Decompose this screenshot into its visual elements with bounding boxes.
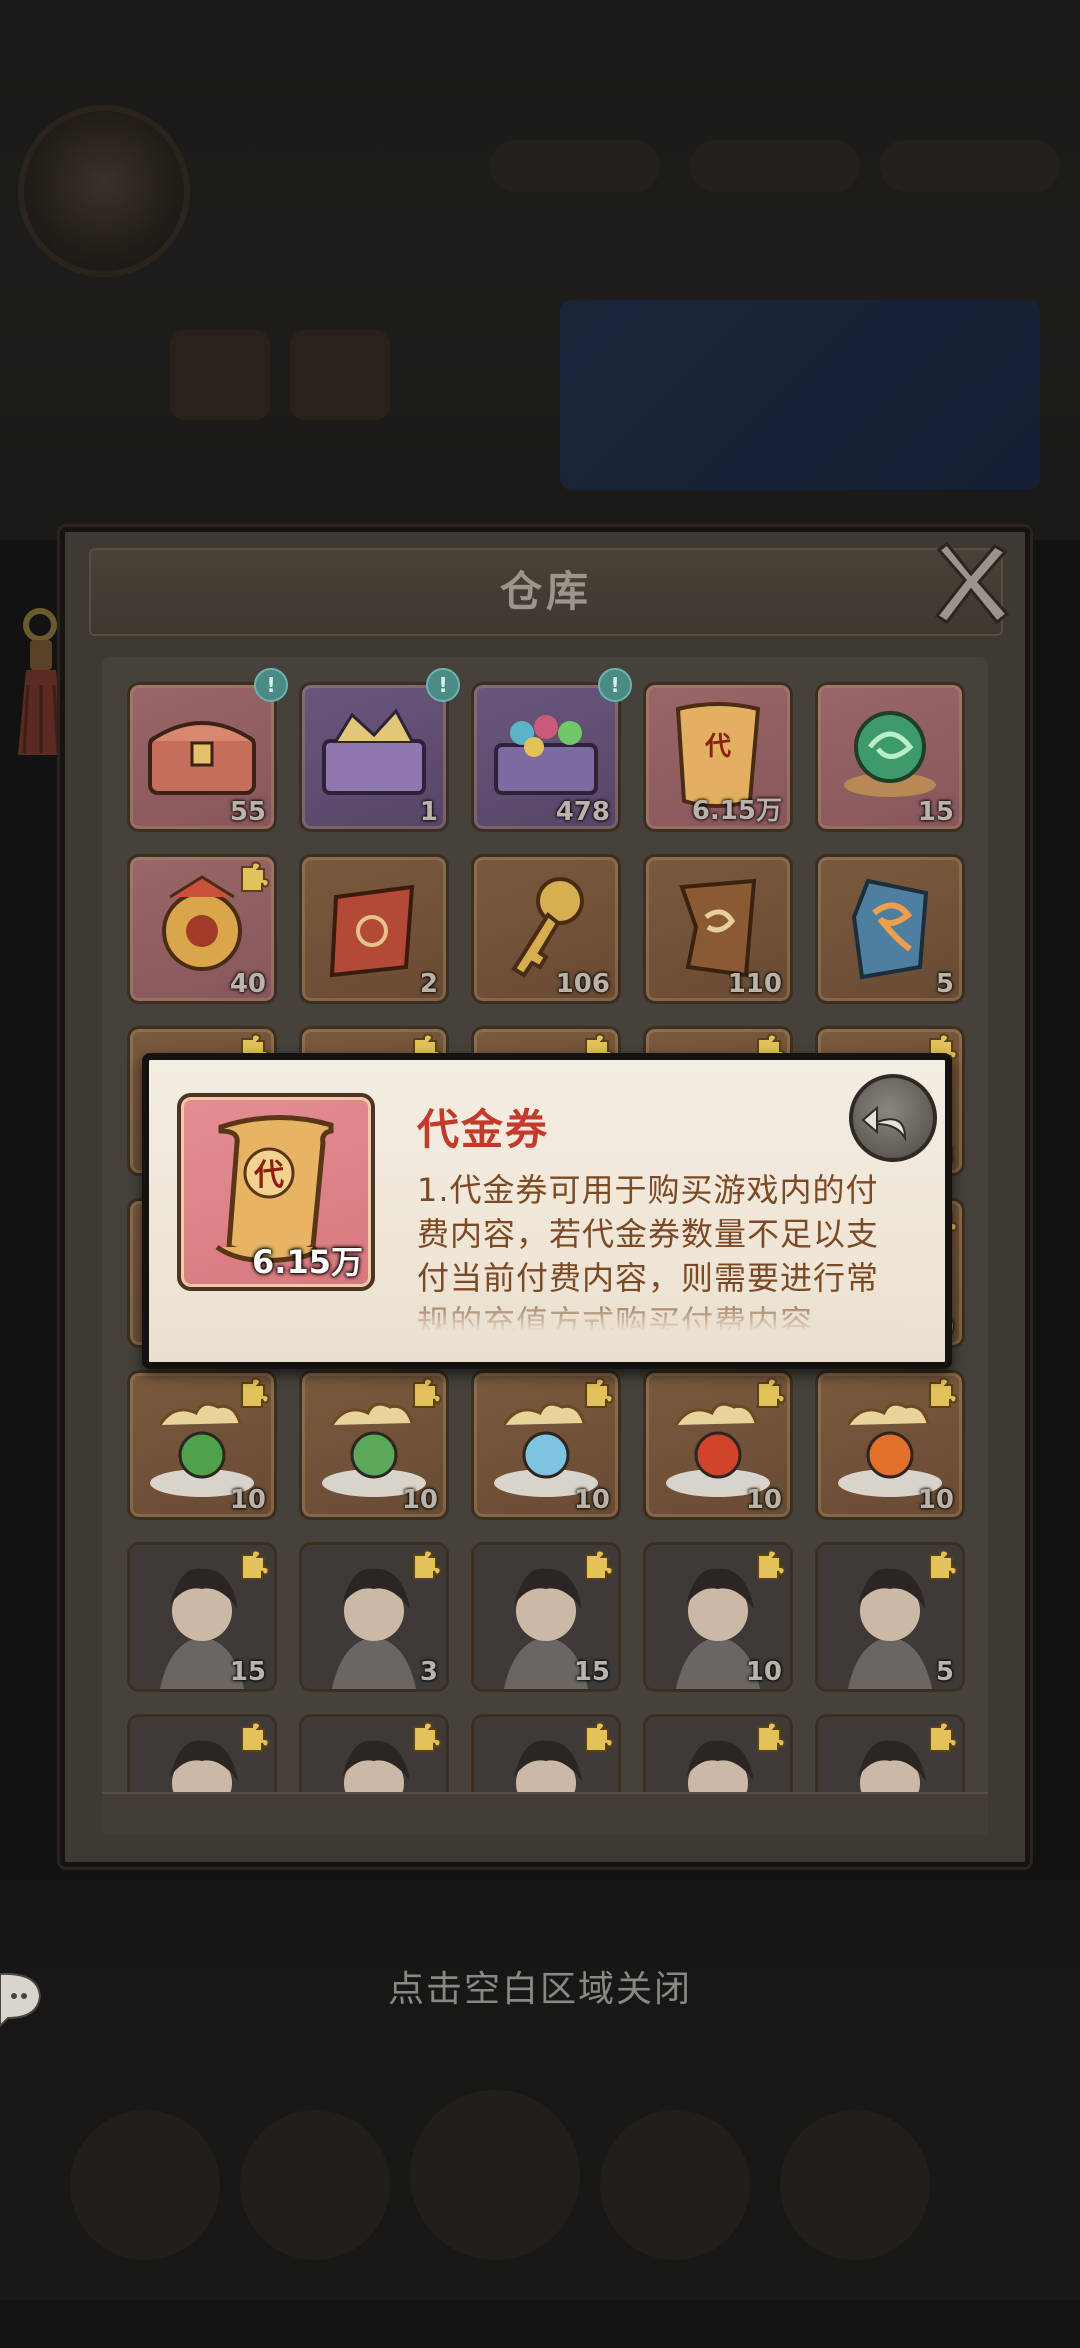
back-arrow-icon[interactable]: [849, 1074, 937, 1162]
chat-bubble-icon[interactable]: [0, 1968, 44, 2028]
panel-title: 仓库: [499, 567, 592, 616]
tooltip-item-count: 6.15万: [252, 1243, 363, 1281]
item-slot[interactable]: 代 6.15万: [643, 682, 793, 832]
item-count: 55: [229, 797, 266, 827]
svg-text:代: 代: [704, 732, 731, 762]
puzzle-piece-icon: [757, 1721, 786, 1752]
item-slot[interactable]: 10: [643, 1370, 793, 1520]
puzzle-piece-icon: [757, 1377, 786, 1408]
new-item-badge: !: [598, 668, 632, 702]
item-slot[interactable]: 110: [643, 854, 793, 1004]
item-slot[interactable]: 10: [815, 1370, 965, 1520]
item-slot[interactable]: 3: [299, 1542, 449, 1692]
puzzle-piece-icon: [757, 1549, 786, 1580]
bottom-nav-icon: [780, 2110, 930, 2260]
item-count: 15: [229, 1657, 266, 1687]
item-count: 106: [555, 969, 610, 999]
item-count: 5: [935, 1657, 954, 1687]
new-item-badge: !: [254, 668, 288, 702]
puzzle-piece-icon: [413, 1549, 442, 1580]
puzzle-piece-icon: [241, 861, 270, 892]
item-slot[interactable]: 2: [299, 854, 449, 1004]
tooltip-item-icon: 代 6.15万: [177, 1093, 375, 1291]
item-slot[interactable]: 10: [471, 1370, 621, 1520]
item-count: 10: [745, 1485, 782, 1515]
puzzle-piece-icon: [413, 1721, 442, 1752]
tooltip-fade: [417, 1290, 907, 1330]
item-slot[interactable]: 106: [471, 854, 621, 1004]
background-decoration: [170, 330, 270, 420]
tooltip-description-area[interactable]: 1.代金券可用于购买游戏内的付费内容，若代金券数量不足以支付当前付费内容，则需要…: [417, 1168, 907, 1330]
item-count: 5: [935, 969, 954, 999]
item-count: 478: [555, 797, 610, 827]
background-decoration: [290, 330, 390, 420]
puzzle-piece-icon: [585, 1549, 614, 1580]
item-count: 6.15万: [691, 796, 782, 826]
puzzle-piece-icon: [929, 1549, 958, 1580]
item-count: 40: [229, 969, 266, 999]
item-count: 10: [745, 1657, 782, 1687]
item-count: 10: [573, 1485, 610, 1515]
item-slot[interactable]: 5: [815, 1542, 965, 1692]
item-slot[interactable]: 15: [815, 682, 965, 832]
puzzle-piece-icon: [929, 1377, 958, 1408]
close-icon[interactable]: [925, 540, 1015, 630]
item-slot[interactable]: 10: [127, 1370, 277, 1520]
item-slot[interactable]: 15: [471, 1542, 621, 1692]
item-slot[interactable]: 1: [299, 682, 449, 832]
item-slot[interactable]: 55: [127, 682, 277, 832]
item-slot[interactable]: 478: [471, 682, 621, 832]
item-tooltip: 代 6.15万 代金券 1.代金券可用于购买游戏内的付费内容，若代金券数量不足以…: [142, 1053, 952, 1369]
item-slot[interactable]: 40: [127, 854, 277, 1004]
item-count: 15: [917, 797, 954, 827]
item-count: 3: [419, 1657, 438, 1687]
player-avatar: [18, 105, 190, 277]
puzzle-piece-icon: [241, 1549, 270, 1580]
item-slot[interactable]: 10: [299, 1370, 449, 1520]
resource-bar: [690, 140, 860, 192]
item-slot[interactable]: 5: [815, 854, 965, 1004]
puzzle-piece-icon: [241, 1721, 270, 1752]
bottom-nav-icon: [600, 2110, 750, 2260]
svg-text:代: 代: [253, 1158, 284, 1193]
puzzle-piece-icon: [585, 1377, 614, 1408]
item-count: 10: [917, 1485, 954, 1515]
grid-frame-bottom: [102, 1792, 988, 1834]
background-bottom-bar: [0, 2300, 1080, 2348]
item-count: 10: [229, 1485, 266, 1515]
resource-bar: [490, 140, 660, 192]
new-item-badge: !: [426, 668, 460, 702]
puzzle-piece-icon: [241, 1377, 270, 1408]
item-count: 1: [419, 797, 438, 827]
event-banner: [560, 300, 1040, 490]
item-slot[interactable]: 15: [127, 1542, 277, 1692]
item-count: 10: [401, 1485, 438, 1515]
tooltip-item-name: 代金券: [417, 1105, 550, 1154]
resource-bar: [880, 140, 1060, 192]
item-count: 2: [419, 969, 438, 999]
bottom-nav-icon: [70, 2110, 220, 2260]
item-slot[interactable]: 10: [643, 1542, 793, 1692]
item-count: 15: [573, 1657, 610, 1687]
bottom-nav-icon: [240, 2110, 390, 2260]
puzzle-piece-icon: [413, 1377, 442, 1408]
item-count: 110: [727, 969, 782, 999]
puzzle-piece-icon: [929, 1721, 958, 1752]
puzzle-piece-icon: [585, 1721, 614, 1752]
panel-header: 仓库: [89, 548, 1003, 636]
bottom-nav-icon: [410, 2090, 580, 2260]
close-hint[interactable]: 点击空白区域关闭: [0, 1960, 1080, 2012]
game-screen: 仓库 55! 1! 478! 代 6.15万 15 40 2 106 110 5 3 10 10 10 10 1…: [0, 0, 1080, 2348]
